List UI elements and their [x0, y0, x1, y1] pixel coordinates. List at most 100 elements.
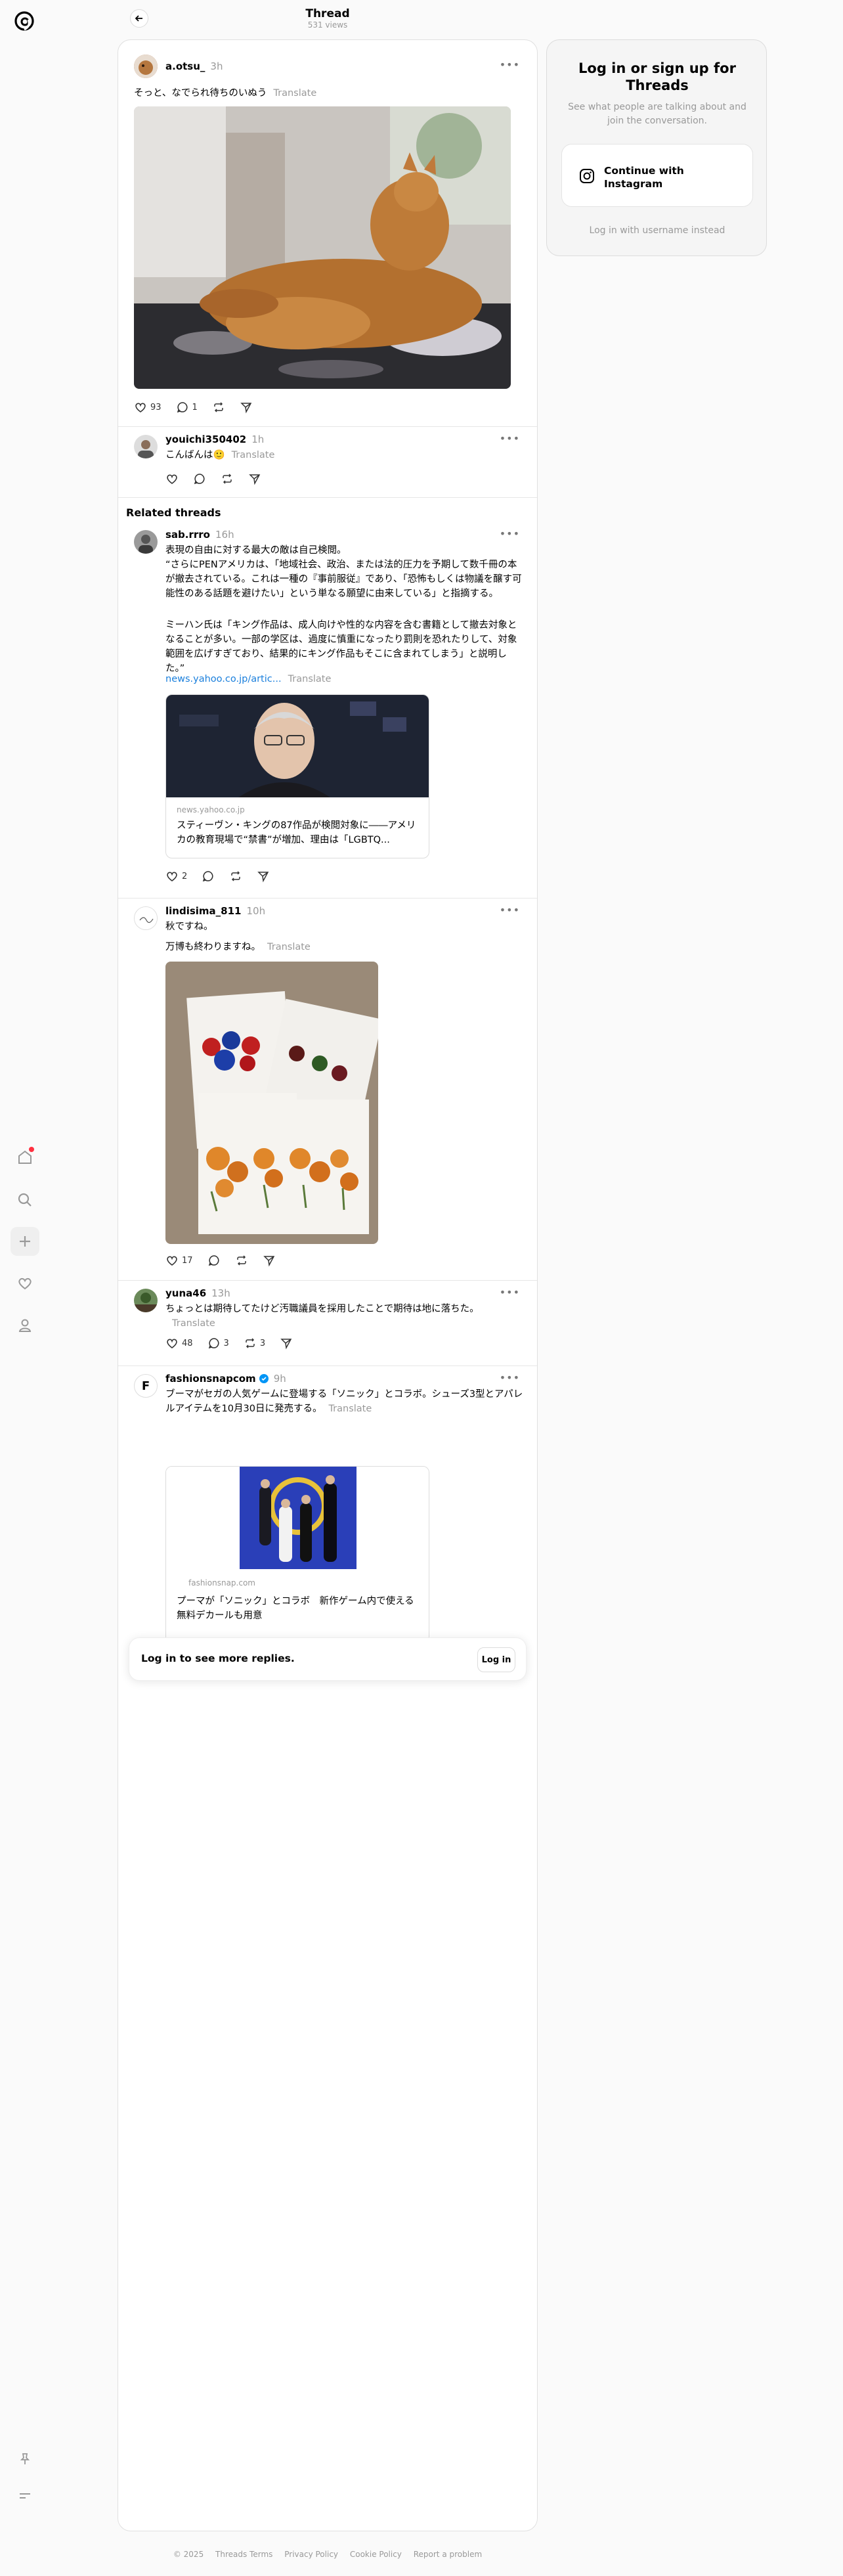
post-text: ブーマがセガの人気ゲームに登場する「ソニック」とコラボ。シューズ3型とアパレルア… — [165, 1389, 523, 1414]
threads-logo-icon[interactable] — [11, 8, 37, 34]
login-panel-subtitle: See what people are talking about and jo… — [568, 102, 746, 126]
view-count: 531 views — [307, 20, 348, 30]
post-username[interactable]: fashionsnapcom 9h — [165, 1373, 286, 1385]
pin-icon[interactable] — [11, 2445, 39, 2474]
reply-actions — [165, 470, 261, 487]
translate-link[interactable]: Translate — [172, 1318, 215, 1329]
avatar[interactable] — [134, 55, 158, 78]
share-button[interactable] — [257, 870, 270, 883]
reply-time: 1h — [251, 433, 265, 445]
card-title: スティーヴン・キングの87作品が検閲対象に――アメリカの教育現場で“禁書”が増加… — [177, 820, 416, 845]
repost-icon — [214, 402, 223, 412]
post-actions: 48 3 3 — [165, 1335, 293, 1352]
post-username[interactable]: a.otsu_ 3h — [165, 60, 223, 72]
more-options-icon[interactable]: ••• — [500, 1286, 520, 1299]
translate-link[interactable]: Translate — [273, 88, 316, 99]
repost-icon — [231, 871, 241, 881]
share-icon — [249, 474, 261, 485]
like-button[interactable] — [165, 472, 179, 485]
username-login-link[interactable]: Log in with username instead — [547, 225, 767, 236]
like-button[interactable]: 93 — [134, 401, 162, 414]
avatar[interactable]: F — [134, 1374, 158, 1398]
card-domain: news.yahoo.co.jp — [177, 805, 245, 814]
reply-count: 1 — [192, 402, 198, 412]
heart-icon — [135, 403, 146, 412]
avatar[interactable] — [134, 906, 158, 930]
footer-link-privacy[interactable]: Privacy Policy — [284, 2550, 338, 2559]
card-domain: fashionsnap.com — [188, 1578, 255, 1588]
footer-link-terms[interactable]: Threads Terms — [215, 2550, 272, 2559]
repost-icon — [223, 474, 232, 484]
share-icon — [263, 1256, 274, 1267]
post-image[interactable] — [165, 962, 378, 1244]
like-count: 17 — [182, 1255, 193, 1266]
translate-link[interactable]: Translate — [288, 674, 332, 684]
repost-button[interactable] — [229, 870, 242, 883]
like-button[interactable]: 2 — [165, 870, 187, 883]
profile-icon[interactable] — [11, 1311, 39, 1340]
post-time: 13h — [211, 1287, 230, 1299]
repost-button[interactable]: 3 — [244, 1337, 265, 1350]
footer-link-cookies[interactable]: Cookie Policy — [350, 2550, 402, 2559]
post-text: そっと、なでられ待ちのいぬう Translate — [134, 88, 317, 99]
repost-button[interactable] — [212, 401, 225, 414]
share-button[interactable] — [280, 1337, 293, 1350]
continue-with-instagram-button[interactable]: Continue with Instagram — [561, 144, 753, 207]
home-icon[interactable] — [11, 1143, 39, 1172]
comment-icon — [194, 474, 205, 485]
instagram-icon — [580, 169, 594, 183]
repost-button[interactable] — [221, 472, 234, 485]
heart-icon[interactable] — [11, 1269, 39, 1298]
avatar[interactable] — [134, 435, 158, 458]
post-link[interactable]: news.yahoo.co.jp/artic... — [165, 674, 282, 684]
post-time: 16h — [215, 529, 234, 541]
reply-username[interactable]: youichi350402 1h — [165, 433, 264, 445]
post-image[interactable] — [134, 106, 511, 389]
translate-link[interactable]: Translate — [267, 942, 311, 952]
comment-icon — [208, 1338, 219, 1349]
reply-button[interactable] — [207, 1254, 221, 1267]
post-text: ミーハン氏は「キング作品は、成人向けや性的な内容を含む書籍として撤去対象となるこ… — [165, 620, 517, 674]
thread-column: a.otsu_3h ••• そっと、なでられ待ちのいぬうTranslate — [118, 39, 538, 2531]
post-username[interactable]: sab.rrro 16h — [165, 529, 234, 541]
heart-icon — [167, 474, 177, 484]
link-preview-image — [166, 695, 429, 797]
more-options-icon[interactable]: ••• — [500, 527, 520, 540]
reply-button[interactable] — [202, 870, 215, 883]
heart-icon — [167, 1339, 177, 1348]
share-icon — [280, 1339, 292, 1350]
link-preview-card[interactable]: news.yahoo.co.jp スティーヴン・キングの87作品が検閲対象に――… — [165, 694, 429, 858]
menu-icon[interactable] — [11, 2481, 39, 2510]
reply-button[interactable] — [193, 472, 206, 485]
avatar[interactable] — [134, 1289, 158, 1312]
post-link-line: news.yahoo.co.jp/artic... Translate — [165, 672, 331, 686]
more-options-icon[interactable]: ••• — [500, 904, 520, 916]
like-button[interactable]: 17 — [165, 1254, 193, 1267]
post-username[interactable]: lindisima_811 10h — [165, 905, 265, 917]
share-button[interactable] — [240, 401, 253, 414]
search-icon[interactable] — [11, 1186, 39, 1214]
like-count: 48 — [182, 1338, 193, 1348]
nav-rail — [0, 0, 50, 2576]
translate-link[interactable]: Translate — [232, 450, 275, 460]
more-options-icon[interactable]: ••• — [500, 58, 520, 71]
like-button[interactable]: 48 — [165, 1337, 193, 1350]
link-preview-card[interactable]: fashionsnap.com プーマが「ソニック」とコラボ 新作ゲーム内で使え… — [165, 1466, 429, 1643]
create-icon[interactable] — [11, 1227, 39, 1256]
avatar[interactable] — [134, 530, 158, 554]
post-text: 秋ですね。 — [165, 922, 213, 932]
divider — [118, 497, 537, 498]
reply-button[interactable]: 1 — [176, 401, 198, 414]
reply-button[interactable]: 3 — [207, 1337, 229, 1350]
share-button[interactable] — [263, 1254, 276, 1267]
post-actions: 93 1 — [134, 399, 253, 416]
share-button[interactable] — [248, 472, 261, 485]
repost-button[interactable] — [235, 1254, 248, 1267]
footer-link-report[interactable]: Report a problem — [414, 2550, 482, 2559]
more-options-icon[interactable]: ••• — [500, 1371, 520, 1384]
page-title: Thread — [305, 7, 350, 20]
more-options-icon[interactable]: ••• — [500, 432, 520, 445]
translate-link[interactable]: Translate — [328, 1404, 372, 1414]
post-username[interactable]: yuna46 13h — [165, 1287, 230, 1299]
login-button[interactable]: Log in — [477, 1647, 515, 1672]
